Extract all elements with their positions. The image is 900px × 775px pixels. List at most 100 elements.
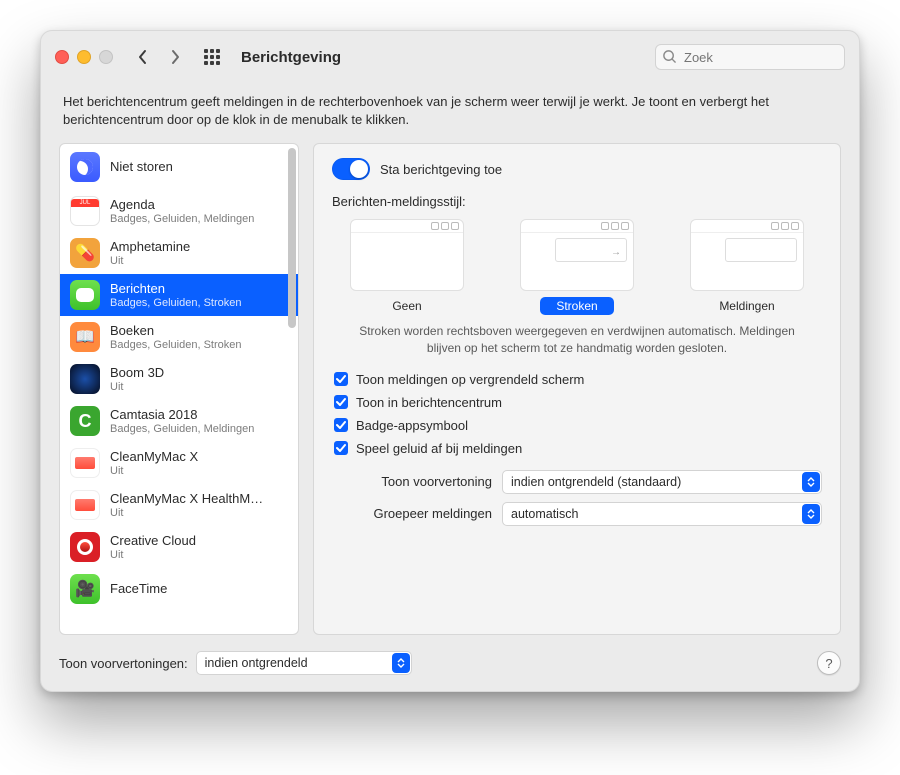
- help-button[interactable]: ?: [817, 651, 841, 675]
- search-input[interactable]: [655, 44, 845, 70]
- alert-style-banners-preview: →: [520, 219, 634, 291]
- sidebar-item-sub: Uit: [110, 549, 196, 562]
- forward-button[interactable]: [161, 44, 189, 70]
- app-list[interactable]: Niet storen JUL 17 Agenda Badges, Geluid…: [59, 143, 299, 635]
- detail-panel: Sta berichtgeving toe Berichten-meldings…: [313, 143, 841, 635]
- preferences-window: Berichtgeving Het berichtencentrum geeft…: [40, 30, 860, 692]
- sidebar-item-label: Creative Cloud: [110, 534, 196, 549]
- sidebar-item-label: FaceTime: [110, 582, 167, 597]
- footer-previews-label: Toon voorvertoningen:: [59, 656, 188, 671]
- sidebar-item-label: Agenda: [110, 198, 254, 213]
- sidebar-item-sub: Uit: [110, 465, 198, 478]
- sidebar-item-label: CleanMyMac X: [110, 450, 198, 465]
- window-controls: [55, 50, 113, 64]
- show-preview-label: Toon voorvertoning: [332, 474, 492, 489]
- minimize-window-button[interactable]: [77, 50, 91, 64]
- show-preview-select[interactable]: indien ontgrendeld (standaard): [502, 470, 822, 494]
- zoom-window-button[interactable]: [99, 50, 113, 64]
- sidebar-item-label: CleanMyMac X HealthM…: [110, 492, 263, 507]
- updown-icon: [802, 472, 820, 492]
- sidebar-item-agenda[interactable]: JUL 17 Agenda Badges, Geluiden, Meldinge…: [60, 190, 298, 232]
- group-notifications-select[interactable]: automatisch: [502, 502, 822, 526]
- sidebar-item-sub: Uit: [110, 507, 263, 520]
- sidebar-item-sub: Badges, Geluiden, Meldingen: [110, 423, 254, 436]
- sidebar-item-boom3d[interactable]: Boom 3D Uit: [60, 358, 298, 400]
- boom3d-icon: [70, 364, 100, 394]
- checkbox-notification-center-label: Toon in berichtencentrum: [356, 395, 502, 410]
- allow-notifications-label: Sta berichtgeving toe: [380, 162, 502, 177]
- alert-style-alerts[interactable]: Meldingen: [690, 219, 804, 315]
- group-notifications-value: automatisch: [511, 507, 578, 521]
- updown-icon: [392, 653, 410, 673]
- back-button[interactable]: [129, 44, 157, 70]
- alert-style-alerts-label: Meldingen: [703, 297, 790, 315]
- alert-style-description: Stroken worden rechtsboven weergegeven e…: [352, 323, 802, 355]
- messages-icon: [70, 280, 100, 310]
- sidebar-item-label: Boeken: [110, 324, 241, 339]
- sidebar-item-cleanmymac-healthmonitor[interactable]: CleanMyMac X HealthM… Uit: [60, 484, 298, 526]
- books-icon: 📖: [70, 322, 100, 352]
- chevron-left-icon: [137, 49, 149, 65]
- checkbox-sound[interactable]: Speel geluid af bij meldingen: [334, 441, 822, 456]
- alert-style-none-label: Geen: [376, 297, 437, 315]
- allow-notifications-toggle[interactable]: [332, 158, 370, 180]
- search-field-wrapper: [655, 44, 845, 70]
- grid-icon: [204, 49, 220, 65]
- pill-icon: 💊: [70, 238, 100, 268]
- check-icon: [336, 374, 346, 384]
- chevron-right-icon: [169, 49, 181, 65]
- checkbox-sound-label: Speel geluid af bij meldingen: [356, 441, 522, 456]
- updown-icon: [802, 504, 820, 524]
- checkbox-badge-label: Badge-appsymbool: [356, 418, 468, 433]
- sidebar-item-sub: Badges, Geluiden, Stroken: [110, 297, 241, 310]
- alert-style-none-preview: [350, 219, 464, 291]
- sidebar-item-cleanmymac[interactable]: CleanMyMac X Uit: [60, 442, 298, 484]
- footer-previews-select[interactable]: indien ontgrendeld: [196, 651, 412, 675]
- nav-buttons: [129, 44, 189, 70]
- intro-text: Het berichtencentrum geeft meldingen in …: [63, 93, 837, 129]
- check-icon: [336, 420, 346, 430]
- alert-style-banners[interactable]: → Stroken: [520, 219, 634, 315]
- sidebar-item-label: Boom 3D: [110, 366, 164, 381]
- alert-style-banners-label: Stroken: [540, 297, 613, 315]
- check-icon: [336, 397, 346, 407]
- sidebar-item-boeken[interactable]: 📖 Boeken Badges, Geluiden, Stroken: [60, 316, 298, 358]
- toolbar: Berichtgeving: [41, 31, 859, 83]
- cleanmymac-icon: [70, 448, 100, 478]
- cleanmymac-hm-icon: [70, 490, 100, 520]
- calendar-icon: JUL 17: [70, 196, 100, 226]
- scrollbar[interactable]: [288, 148, 296, 630]
- checkbox-notification-center[interactable]: Toon in berichtencentrum: [334, 395, 822, 410]
- pane-title: Berichtgeving: [241, 49, 341, 66]
- sidebar-item-sub: Uit: [110, 381, 164, 394]
- content-body: Het berichtencentrum geeft meldingen in …: [41, 83, 859, 691]
- show-preview-value: indien ontgrendeld (standaard): [511, 475, 681, 489]
- facetime-icon: 🎥: [70, 574, 100, 604]
- sidebar-item-camtasia[interactable]: C Camtasia 2018 Badges, Geluiden, Meldin…: [60, 400, 298, 442]
- alert-style-alerts-preview: [690, 219, 804, 291]
- sidebar-item-label: Camtasia 2018: [110, 408, 254, 423]
- close-window-button[interactable]: [55, 50, 69, 64]
- sidebar-item-do-not-disturb[interactable]: Niet storen: [60, 144, 298, 190]
- checkbox-badge[interactable]: Badge-appsymbool: [334, 418, 822, 433]
- footer-previews-value: indien ontgrendeld: [205, 656, 308, 670]
- sidebar-item-facetime[interactable]: 🎥 FaceTime: [60, 568, 298, 610]
- sidebar-item-label: Amphetamine: [110, 240, 190, 255]
- checkbox-lock-screen-label: Toon meldingen op vergrendeld scherm: [356, 372, 584, 387]
- camtasia-icon: C: [70, 406, 100, 436]
- check-icon: [336, 443, 346, 453]
- sidebar-item-amphetamine[interactable]: 💊 Amphetamine Uit: [60, 232, 298, 274]
- sidebar-item-berichten[interactable]: Berichten Badges, Geluiden, Stroken: [60, 274, 298, 316]
- sidebar-item-sub: Badges, Geluiden, Meldingen: [110, 213, 254, 226]
- alert-style-heading: Berichten-meldingsstijl:: [332, 194, 822, 209]
- search-icon: [662, 49, 677, 64]
- group-notifications-label: Groepeer meldingen: [332, 506, 492, 521]
- footer: Toon voorvertoningen: indien ontgrendeld…: [59, 651, 841, 675]
- sidebar-item-creative-cloud[interactable]: Creative Cloud Uit: [60, 526, 298, 568]
- checkbox-lock-screen[interactable]: Toon meldingen op vergrendeld scherm: [334, 372, 822, 387]
- creative-cloud-icon: [70, 532, 100, 562]
- show-all-button[interactable]: [199, 44, 225, 70]
- scrollbar-thumb[interactable]: [288, 148, 296, 328]
- sidebar-item-sub: Uit: [110, 255, 190, 268]
- alert-style-none[interactable]: Geen: [350, 219, 464, 315]
